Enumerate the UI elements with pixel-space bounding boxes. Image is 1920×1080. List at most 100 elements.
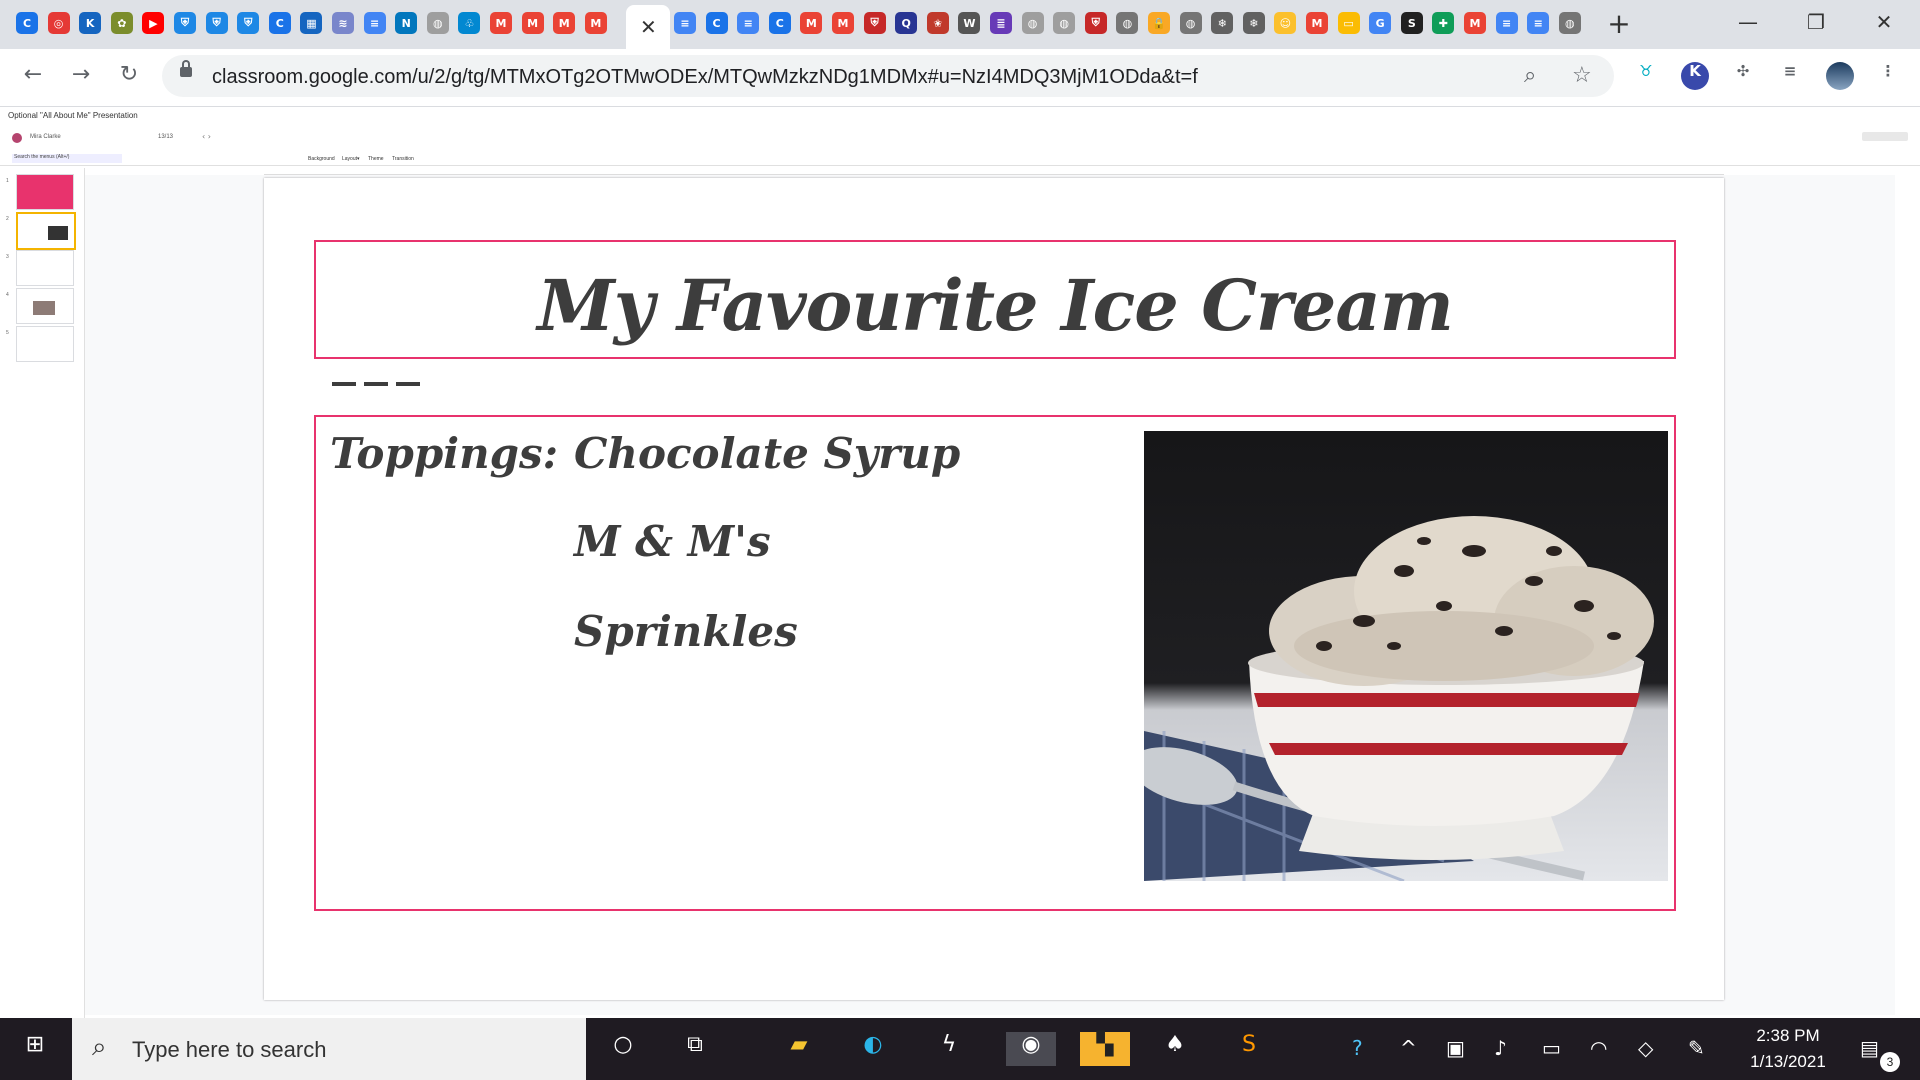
wifi-icon[interactable]: ◠ <box>1590 1036 1607 1060</box>
shield-icon[interactable]: ⛨ <box>174 12 196 34</box>
profile-avatar[interactable] <box>1826 62 1854 90</box>
url-text[interactable]: classroom.google.com/u/2/g/tg/MTMxOTg2OT… <box>212 66 1198 89</box>
clock-time[interactable]: 2:38 PM <box>1738 1026 1838 1046</box>
slide-thumbnail-1[interactable] <box>16 174 74 210</box>
theme-button[interactable]: Theme <box>368 156 384 162</box>
lock-icon[interactable] <box>180 60 192 77</box>
account-avatar[interactable] <box>12 133 22 143</box>
gmail-icon[interactable]: M <box>1306 12 1328 34</box>
gmail-icon[interactable]: M <box>490 12 512 34</box>
lock-icon[interactable]: 🔒 <box>1148 12 1170 34</box>
ice-cream-image[interactable] <box>1144 431 1668 881</box>
gmail-icon[interactable]: M <box>800 12 823 34</box>
zoom-magnifier-icon[interactable]: ⌕ <box>1524 63 1536 88</box>
active-tab[interactable]: ✕ <box>626 5 670 49</box>
slide-thumbnail-3[interactable] <box>16 250 74 286</box>
gmail-icon[interactable]: M <box>553 12 576 34</box>
sticky-notes-icon[interactable]: ▚ <box>1080 1032 1130 1066</box>
new-tab-button[interactable]: + <box>1604 10 1634 40</box>
docs-icon[interactable]: ≡ <box>737 12 760 34</box>
edge-icon[interactable]: ◐ <box>856 1032 890 1066</box>
chrome-c-icon[interactable]: C <box>705 12 728 34</box>
google-g-icon[interactable]: G <box>1369 12 1392 34</box>
globe-icon[interactable]: ◍ <box>1179 12 1202 34</box>
chrome-c-icon[interactable]: C <box>16 12 38 34</box>
show-hidden-icons-icon[interactable]: ^ <box>1400 1036 1417 1060</box>
gmail-icon[interactable]: M <box>521 12 544 34</box>
windows-start-icon[interactable]: ⊞ <box>18 1032 52 1066</box>
minimize-button[interactable]: — <box>1718 6 1778 38</box>
red-target-icon[interactable]: ◎ <box>47 12 70 34</box>
background-button[interactable]: Background <box>308 156 335 162</box>
globe-icon[interactable]: ◍ <box>1116 12 1139 34</box>
volume-icon[interactable]: ♪ <box>1494 1036 1507 1060</box>
snowflake-icon[interactable]: ❄ <box>1211 12 1234 34</box>
nn-icon[interactable]: N <box>395 12 418 34</box>
chrome-icon[interactable]: ◉ <box>1006 1032 1056 1066</box>
restore-button[interactable]: ❐ <box>1786 6 1846 38</box>
shield-icon[interactable]: ⛨ <box>237 12 260 34</box>
leaf-icon[interactable]: ✿ <box>110 12 133 34</box>
s-icon[interactable]: S <box>1400 12 1423 34</box>
taskbar-search-box[interactable]: ⌕ Type here to search <box>72 1018 586 1080</box>
q-icon[interactable]: Q <box>895 12 918 34</box>
topping-item[interactable]: Sprinkles <box>574 607 798 656</box>
wave-icon[interactable]: ≋ <box>332 12 354 34</box>
gmail-icon[interactable]: M <box>1464 12 1486 34</box>
bookmark-star-icon[interactable]: ☆ <box>1572 63 1592 88</box>
chrome-c-icon[interactable]: C <box>768 12 791 34</box>
transition-button[interactable]: Transition <box>392 156 414 162</box>
help-icon[interactable]: ? <box>1352 1036 1363 1060</box>
slide-thumbnail-5[interactable] <box>16 326 74 362</box>
owl-extension-icon[interactable]: ♉ <box>1632 62 1660 90</box>
k-icon[interactable]: K <box>79 12 102 34</box>
notifications-icon[interactable]: ▤ <box>1860 1036 1879 1060</box>
back-arrow-icon[interactable]: ← <box>18 62 48 92</box>
star-icon[interactable]: ✬ <box>926 12 949 34</box>
plus-green-icon[interactable]: ✚ <box>1432 12 1455 34</box>
globe-icon[interactable]: ◍ <box>1021 12 1044 34</box>
lightning-app-icon[interactable]: ϟ <box>932 1032 966 1066</box>
chrome-c-icon[interactable]: C <box>268 12 291 34</box>
extensions-puzzle-icon[interactable]: ✣ <box>1729 62 1757 90</box>
menu-kebab-icon[interactable]: ⋮ <box>1874 62 1902 90</box>
smiley-icon[interactable]: ☺ <box>1274 12 1297 34</box>
slide-title[interactable]: My Favourite Ice Cream <box>316 264 1674 347</box>
w-icon[interactable]: W <box>958 12 981 34</box>
content-text-box[interactable]: Toppings: Chocolate Syrup M & M's Sprink… <box>314 415 1676 911</box>
dropbox-icon[interactable]: ◇ <box>1638 1036 1653 1060</box>
battery-icon[interactable]: ▭ <box>1542 1036 1561 1060</box>
media-control-icon[interactable]: ≡ <box>1776 62 1804 90</box>
topping-item[interactable]: Chocolate Syrup <box>574 429 960 478</box>
gmail-icon[interactable]: M <box>584 12 607 34</box>
topping-item[interactable]: M & M's <box>574 517 771 566</box>
globe-icon[interactable]: ◍ <box>1053 12 1076 34</box>
file-explorer-icon[interactable]: ▰ <box>782 1032 816 1066</box>
clock-date[interactable]: 1/13/2021 <box>1738 1052 1838 1072</box>
present-button[interactable] <box>1862 132 1908 141</box>
search-menus-input[interactable]: Search the menus (Alt+/) <box>12 154 122 163</box>
docs-icon[interactable]: ≡ <box>674 12 696 34</box>
snowflake-icon[interactable]: ❄ <box>1242 12 1265 34</box>
docs-icon[interactable]: ≡ <box>363 12 386 34</box>
docs-icon[interactable]: ≡ <box>1527 12 1550 34</box>
layout-button[interactable]: Layout▾ <box>342 156 360 162</box>
shield-red-icon[interactable]: ⛨ <box>1084 12 1107 34</box>
slide-thumbnail-4[interactable] <box>16 288 74 324</box>
task-view-icon[interactable]: ⧉ <box>678 1032 712 1066</box>
slides-icon[interactable]: ▭ <box>1337 12 1360 34</box>
close-tab-icon[interactable]: ✕ <box>640 15 657 39</box>
toppings-label[interactable]: Toppings: <box>330 429 558 478</box>
form-icon[interactable]: ≣ <box>990 12 1012 34</box>
globe-icon[interactable]: ◍ <box>426 12 449 34</box>
slide-canvas[interactable]: My Favourite Ice Cream Toppings: Chocola… <box>264 178 1724 1000</box>
docs-icon[interactable]: ≡ <box>1495 12 1518 34</box>
solitaire-icon[interactable]: ♠ <box>1158 1032 1192 1066</box>
slide-thumbnail-2[interactable] <box>16 212 76 250</box>
drop-icon[interactable]: ♧ <box>458 12 481 34</box>
youtube-icon[interactable]: ▶ <box>142 12 165 34</box>
taskbar-search-placeholder[interactable]: Type here to search <box>132 1037 326 1063</box>
shield-red-icon[interactable]: ⛨ <box>863 12 886 34</box>
page-indicator[interactable]: 13/13 <box>158 134 173 140</box>
reload-icon[interactable]: ↻ <box>114 62 144 92</box>
